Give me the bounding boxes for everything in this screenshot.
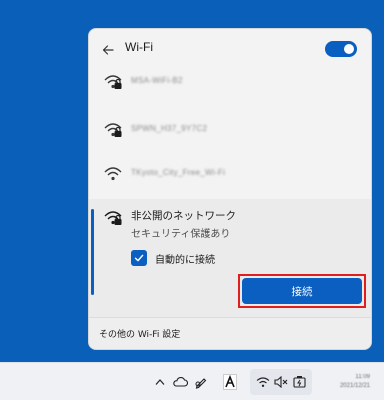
back-arrow-icon	[102, 45, 114, 55]
pen-icon[interactable]	[194, 373, 208, 391]
font-icon[interactable]	[222, 373, 238, 391]
volume-muted-icon	[274, 376, 288, 388]
network-ssid: TKyoto_City_Free_Wi-Fi	[131, 168, 226, 177]
selection-indicator	[91, 209, 94, 295]
auto-connect-label: 自動的に接続	[155, 254, 215, 266]
toggle-knob	[344, 44, 354, 54]
more-wifi-settings-link[interactable]: その他の Wi-Fi 設定	[99, 327, 180, 340]
auto-connect-option[interactable]: 自動的に接続	[131, 250, 215, 266]
network-security-status: セキュリティ保護あり	[131, 229, 231, 240]
check-icon	[134, 254, 144, 262]
connect-button[interactable]: 接続	[242, 278, 362, 304]
network-ssid: MSA-WiFi-B2	[131, 76, 183, 85]
wifi-flyout: Wi-Fi MSA-WiFi-B2 SPWN_H37_9Y7C2 TKyoto_…	[88, 28, 372, 350]
network-item[interactable]: MSA-WiFi-B2	[89, 61, 371, 105]
wifi-open-icon	[104, 167, 122, 181]
wifi-icon	[256, 377, 270, 387]
flyout-title: Wi-Fi	[125, 40, 153, 54]
wifi-secured-icon	[104, 211, 122, 225]
network-ssid: SPWN_H37_9Y7C2	[131, 124, 208, 133]
network-item[interactable]: SPWN_H37_9Y7C2	[89, 109, 371, 153]
taskbar: 11:09 2021/12/21	[0, 362, 384, 400]
battery-icon	[293, 376, 306, 388]
quick-settings[interactable]	[250, 369, 312, 395]
wifi-toggle[interactable]	[325, 41, 357, 57]
clock-date: 2021/12/21	[339, 383, 370, 389]
clock[interactable]: 11:09 2021/12/21	[340, 373, 370, 391]
flyout-footer: その他の Wi-Fi 設定	[89, 317, 371, 349]
cloud-icon[interactable]	[172, 373, 188, 391]
back-button[interactable]	[97, 39, 119, 61]
chevron-up-icon[interactable]	[154, 373, 166, 391]
clock-time: 11:09	[355, 374, 370, 380]
auto-connect-checkbox[interactable]	[131, 250, 147, 266]
network-item[interactable]: TKyoto_City_Free_Wi-Fi	[89, 153, 371, 197]
network-name: 非公開のネットワーク	[131, 210, 236, 222]
wifi-secured-icon	[104, 123, 122, 137]
wifi-secured-icon	[104, 75, 122, 89]
selected-network[interactable]: 非公開のネットワーク セキュリティ保護あり 自動的に接続 接続	[89, 199, 371, 331]
